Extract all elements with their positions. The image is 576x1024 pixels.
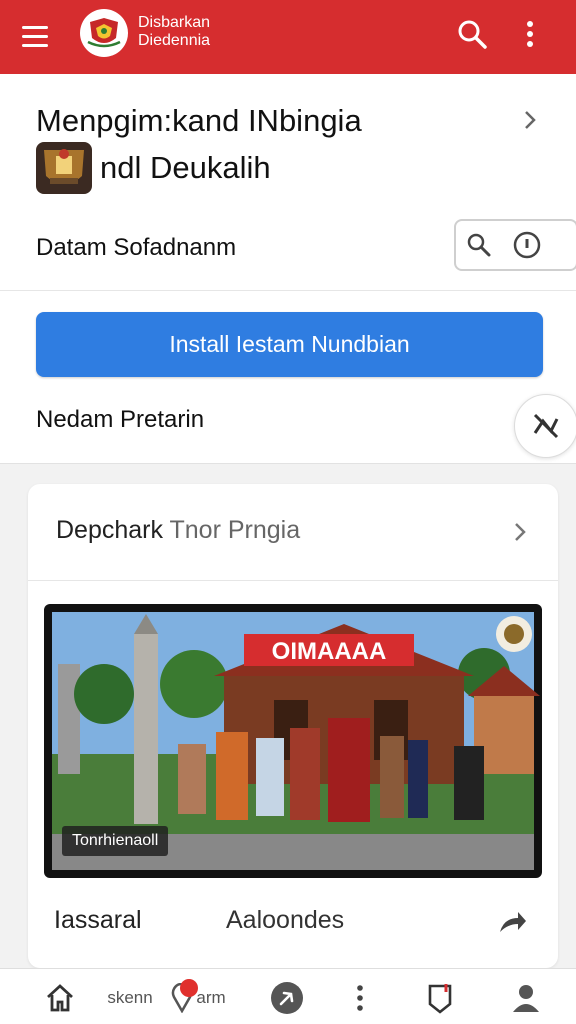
action-round-button[interactable] [514, 394, 576, 458]
more-vert-icon [357, 985, 363, 1011]
nav-skenn[interactable]: skenn [100, 981, 160, 1015]
search-icon [458, 20, 487, 49]
card-title: Depchark Tnor Prngia [56, 516, 300, 545]
search-button[interactable] [452, 14, 492, 54]
content-card: Depchark Tnor Prngia OIMAAAA Tonrhienaol… [28, 484, 558, 968]
emblem-image [36, 142, 92, 194]
nav-explore[interactable] [268, 981, 306, 1015]
footer-left-link[interactable]: Iassaral [54, 906, 142, 935]
brand-title: Disbarkan Diedennia [138, 14, 210, 50]
compass-icon [271, 982, 303, 1014]
photo-caption: Tonrhienaoll [62, 826, 169, 856]
nav-more[interactable] [346, 981, 374, 1015]
card-title-dark: Depchark [56, 516, 163, 544]
install-button[interactable]: Install Iestam Nundbian [36, 312, 543, 377]
secondary-label: Nedam Pretarin [36, 406, 205, 433]
card-chevron [510, 520, 530, 549]
brand-line-1: Disbarkan [138, 14, 211, 31]
page-headline: Menpgim:kand INbingia ndl Deukalih [36, 100, 506, 194]
menu-icon-bar [22, 43, 48, 47]
search-field[interactable] [454, 219, 576, 271]
app-logo[interactable] [80, 9, 128, 57]
card-footer: Iassaral Aaloondes [28, 884, 558, 964]
headline-line-1: Menpgim:kand INbingia [36, 103, 362, 138]
more-vert-icon [527, 21, 533, 47]
share-icon [500, 912, 526, 932]
card-divider [28, 580, 558, 581]
headline-chevron-button[interactable] [520, 108, 540, 137]
info-icon [513, 231, 541, 259]
main-sheet: Menpgim:kand INbingia ndl Deukalih Datam… [0, 74, 576, 464]
headline-line-2: ndl Deukalih [100, 150, 271, 185]
more-options-button[interactable] [510, 14, 550, 54]
card-header[interactable]: Depchark Tnor Prngia [28, 484, 558, 580]
menu-icon-bar [22, 25, 48, 29]
search-icon [467, 233, 491, 257]
bottom-navigation: skenn arm [0, 968, 576, 1024]
chevron-right-icon [515, 523, 526, 541]
divider [0, 290, 576, 291]
chevron-right-icon [525, 111, 536, 129]
featured-photo[interactable]: OIMAAAA Tonrhienaoll [44, 604, 542, 878]
card-title-muted: Tnor Prngia [169, 516, 301, 544]
notification-badge [180, 979, 198, 997]
headline-line-2-row: ndl Deukalih [36, 142, 506, 194]
nav-location-label: arm [196, 988, 226, 1007]
nav-skenn-label: skenn [107, 988, 153, 1007]
nav-home[interactable] [40, 981, 80, 1015]
building-banner-text: OIMAAAA [272, 638, 387, 665]
data-row-label: Datam Sofadnanm [36, 234, 237, 261]
home-icon [47, 984, 73, 1012]
nav-profile[interactable] [506, 981, 546, 1015]
profile-icon [513, 985, 539, 1012]
app-bar: Disbarkan Diedennia [0, 0, 576, 74]
footer-mid-link[interactable]: Aaloondes [226, 906, 344, 935]
bookmark-icon [428, 984, 452, 1014]
share-button[interactable] [496, 908, 528, 941]
brand-line-2: Diedennia [138, 32, 211, 49]
emblem-icon [36, 142, 92, 194]
no-route-icon [533, 413, 559, 439]
nav-saved[interactable] [420, 981, 460, 1015]
logo-emblem-icon [87, 18, 121, 48]
menu-button[interactable] [22, 18, 58, 54]
menu-icon-bar [22, 34, 48, 38]
